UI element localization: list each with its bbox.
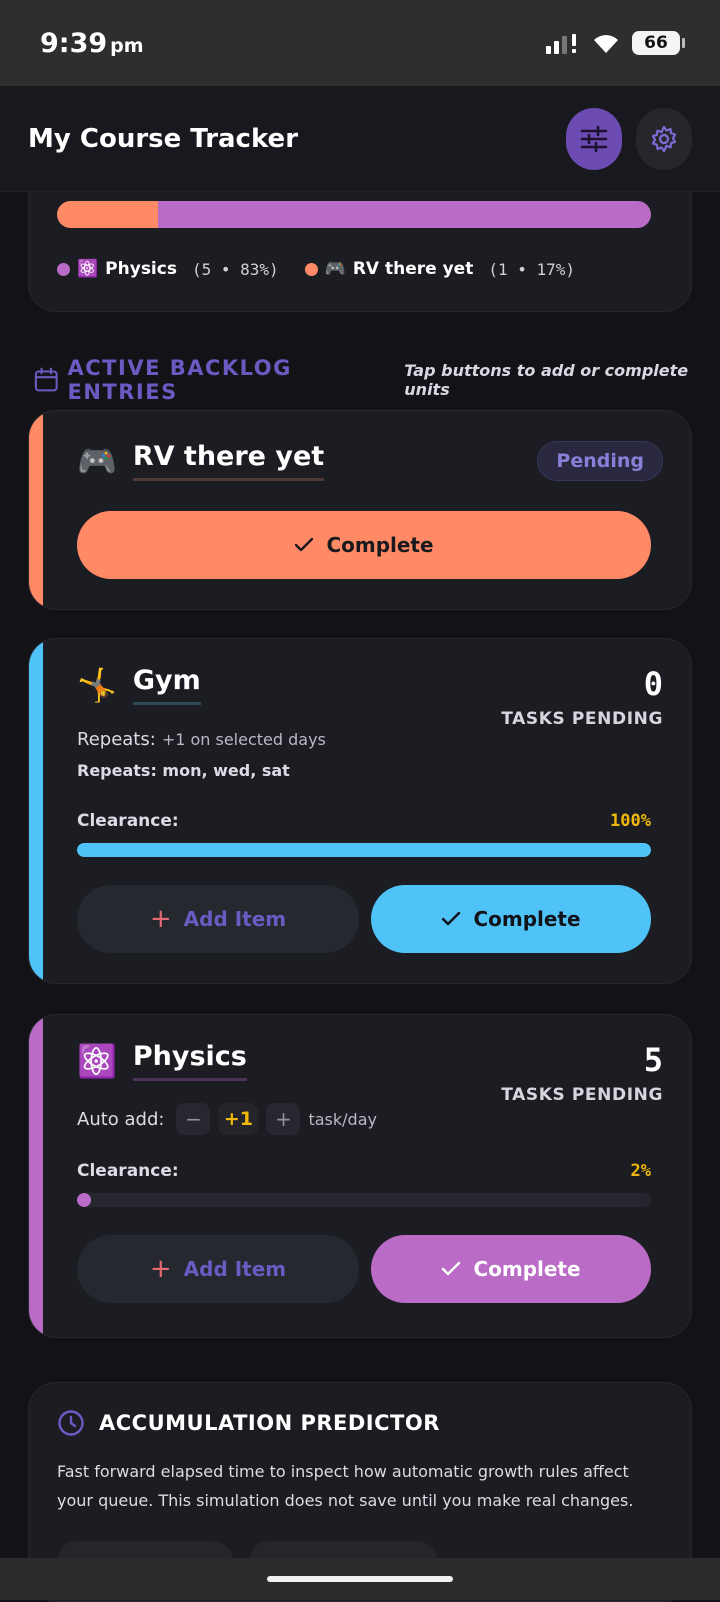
legend-stat: (5 • 83%) xyxy=(191,259,279,279)
card-header: ⚛️ Physics xyxy=(77,1041,247,1081)
clearance-label: Clearance: xyxy=(77,811,179,831)
auto-add-value: +1 xyxy=(218,1103,259,1135)
complete-button[interactable]: Complete xyxy=(371,885,651,953)
home-indicator[interactable] xyxy=(267,1576,453,1582)
card-title: Physics xyxy=(132,1041,247,1081)
repeat-detail: +1 on selected days xyxy=(161,730,326,749)
filter-button[interactable] xyxy=(566,107,622,170)
signal-icon xyxy=(546,34,576,54)
plus-icon: + xyxy=(149,1254,172,1284)
auto-add-stepper: − +1 + xyxy=(176,1103,301,1135)
check-icon xyxy=(442,911,461,926)
backlog-card-rv-there-yet: 🎮 RV there yet Pending Complete xyxy=(28,410,692,610)
auto-add-row: Auto add: − +1 + task/day xyxy=(77,1103,377,1135)
card-accent xyxy=(29,411,43,609)
card-accent xyxy=(29,1015,43,1337)
check-icon xyxy=(295,537,314,552)
auto-add-label: Auto add: xyxy=(77,1108,165,1130)
repeat-label: Repeats: xyxy=(77,729,156,750)
legend-stat: (1 • 17%) xyxy=(488,259,576,279)
distribution-segment-physics xyxy=(157,201,651,228)
pending-label: TASKS PENDING xyxy=(501,709,663,729)
legend-label: Physics xyxy=(105,259,177,279)
clearance-fill xyxy=(77,843,651,857)
plus-icon: + xyxy=(149,904,172,934)
distribution-legend: ⚛️ Physics (5 • 83%) 🎮 RV there yet (1 •… xyxy=(57,259,575,279)
add-item-label: Add Item xyxy=(183,1257,287,1281)
legend-label: RV there yet xyxy=(352,259,474,279)
clearance-row: Clearance: 100% xyxy=(77,811,651,831)
section-title: ACTIVE BACKLOG ENTRIES xyxy=(67,356,292,404)
predictor-title: ACCUMULATION PREDICTOR xyxy=(99,1411,440,1435)
section-hint: Tap buttons to add or complete units xyxy=(404,361,689,399)
clearance-row: Clearance: 2% xyxy=(77,1161,651,1181)
pending-count: 5 xyxy=(643,1041,663,1079)
clearance-bar xyxy=(77,1193,651,1207)
status-badge: Pending xyxy=(537,441,663,481)
system-icons: 66 xyxy=(546,31,685,55)
legend-dot-rv-there-yet xyxy=(304,262,318,276)
gym-icon: 🤸 xyxy=(77,666,117,704)
complete-button-label: Complete xyxy=(473,907,581,931)
gesture-nav-bar xyxy=(0,1558,720,1600)
add-item-label: Add Item xyxy=(183,907,287,931)
sliders-icon xyxy=(580,125,608,152)
increment-button[interactable]: + xyxy=(266,1103,301,1135)
backlog-card-gym: 🤸 Gym 0 TASKS PENDING Repeats: +1 on sele… xyxy=(28,638,692,984)
legend-dot-physics xyxy=(57,262,70,276)
clock-ampm: pm xyxy=(110,34,144,57)
complete-button[interactable]: Complete xyxy=(77,511,651,579)
settings-button[interactable] xyxy=(636,107,692,170)
legend-item-rv-there-yet: 🎮 RV there yet (1 • 17%) xyxy=(304,259,576,279)
repeat-days: Repeats: mon, wed, sat xyxy=(77,761,290,780)
pending-count: 0 xyxy=(643,665,663,703)
clearance-label: Clearance: xyxy=(77,1161,179,1181)
add-item-button[interactable]: + Add Item xyxy=(77,1235,359,1303)
gear-icon xyxy=(651,125,677,152)
calendar-icon xyxy=(34,367,58,392)
predictor-description: Fast forward elapsed time to inspect how… xyxy=(57,1462,634,1510)
card-header: 🎮 RV there yet xyxy=(77,441,325,481)
battery-icon: 66 xyxy=(632,31,685,55)
backlog-card-physics: ⚛️ Physics 5 TASKS PENDING Auto add: − +… xyxy=(28,1014,692,1338)
distribution-segment-rv-there-yet xyxy=(57,201,158,228)
clearance-percent: 100% xyxy=(610,811,651,831)
app-header: My Course Tracker xyxy=(0,86,720,192)
gamepad-icon: 🎮 xyxy=(324,259,346,279)
decrement-button[interactable]: − xyxy=(176,1103,211,1135)
clock: 9:39 pm xyxy=(40,28,144,59)
check-icon xyxy=(442,1261,461,1276)
card-title: RV there yet xyxy=(132,441,325,481)
atom-icon: ⚛️ xyxy=(77,1042,117,1080)
predictor-header: ACCUMULATION PREDICTOR xyxy=(57,1409,440,1437)
repeat-rule: Repeats: +1 on selected days xyxy=(77,729,326,750)
complete-button-label: Complete xyxy=(326,533,434,557)
status-bar: 9:39 pm 66 xyxy=(0,0,720,86)
page-title: My Course Tracker xyxy=(28,123,299,154)
atom-icon: ⚛️ xyxy=(77,259,99,279)
clock-time: 9:39 xyxy=(40,27,108,59)
add-item-button[interactable]: + Add Item xyxy=(77,885,359,953)
auto-add-unit: task/day xyxy=(308,1109,377,1129)
battery-level: 66 xyxy=(644,33,668,53)
clock-icon xyxy=(58,1410,84,1436)
complete-button-label: Complete xyxy=(473,1257,581,1281)
card-accent xyxy=(29,639,43,983)
section-header: ACTIVE BACKLOG ENTRIES Tap buttons to ad… xyxy=(34,356,720,404)
pending-label: TASKS PENDING xyxy=(501,1085,663,1105)
distribution-bar xyxy=(57,201,651,228)
wifi-icon xyxy=(594,35,618,53)
card-header: 🤸 Gym xyxy=(77,665,201,705)
clearance-percent: 2% xyxy=(630,1161,651,1181)
clearance-bar xyxy=(77,843,651,857)
card-title: Gym xyxy=(132,665,201,705)
clearance-fill xyxy=(77,1193,91,1207)
legend-item-physics: ⚛️ Physics (5 • 83%) xyxy=(57,259,279,279)
complete-button[interactable]: Complete xyxy=(371,1235,651,1303)
gamepad-icon: 🎮 xyxy=(77,442,117,480)
